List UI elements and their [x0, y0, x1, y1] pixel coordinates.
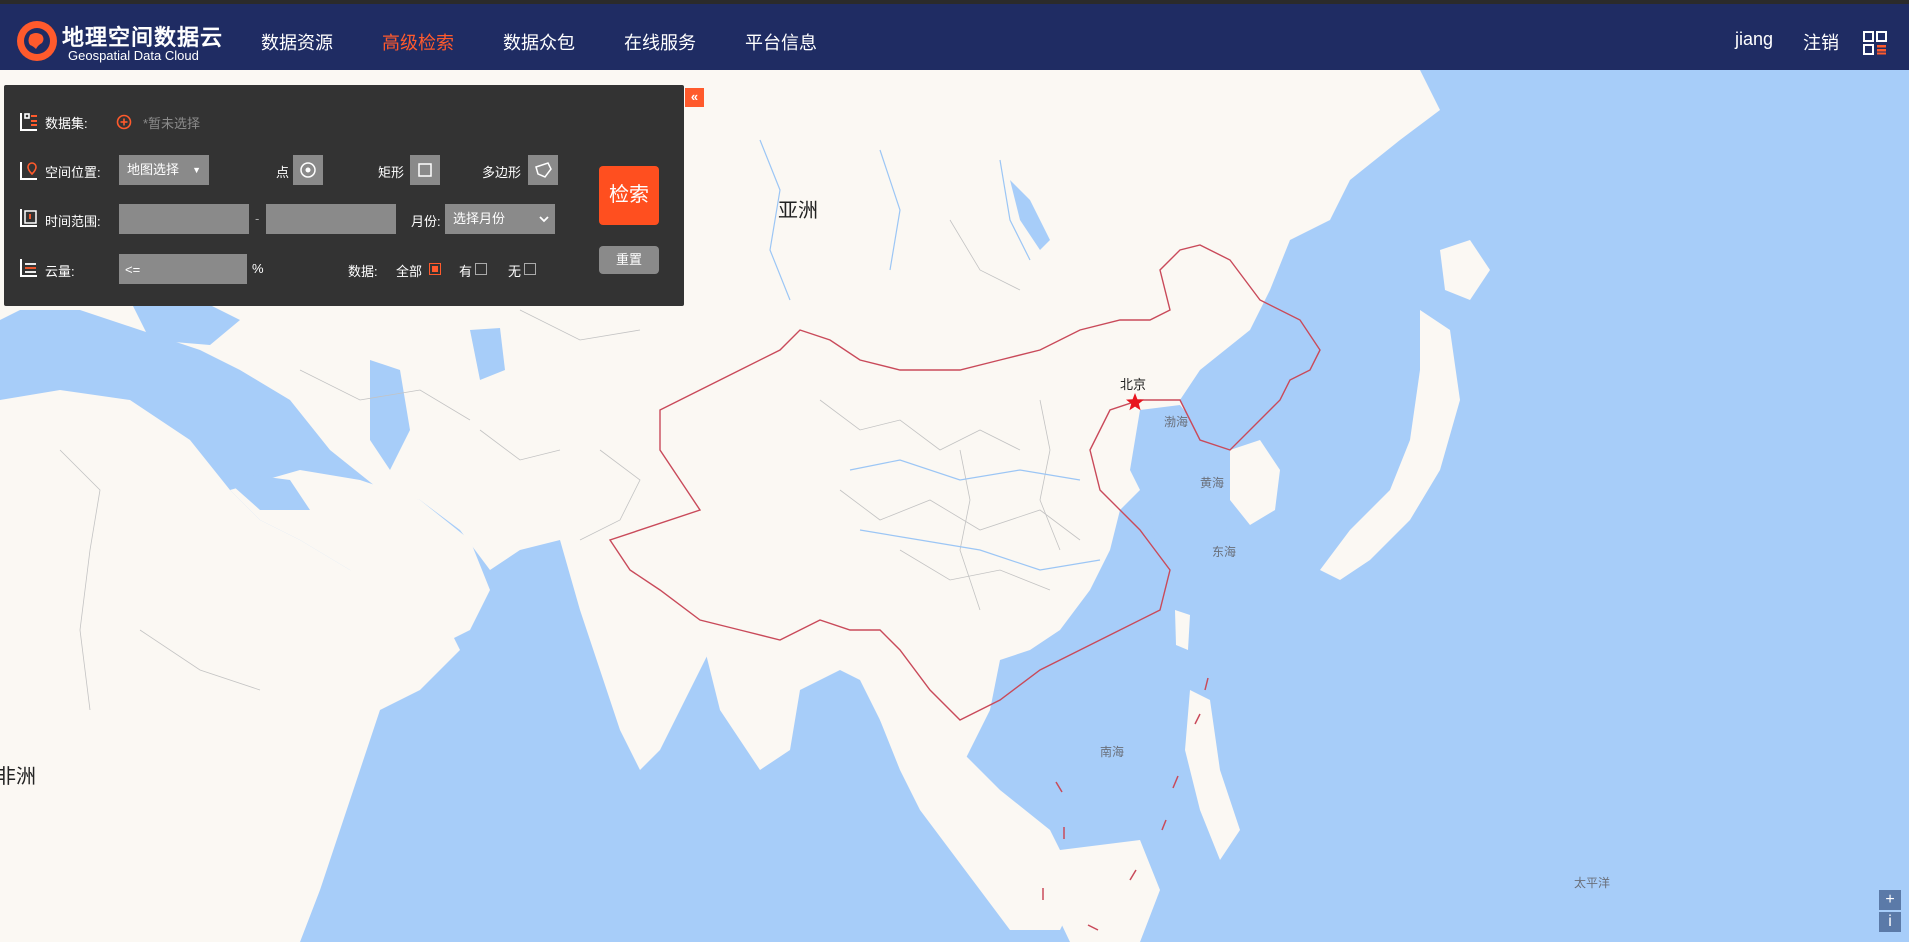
zoom-in-button[interactable]: + [1879, 890, 1901, 910]
option-none-checkbox[interactable] [524, 263, 536, 275]
month-select[interactable]: 选择月份 [445, 204, 555, 234]
option-none-label: 无 [508, 264, 522, 279]
data-label: 数据: [348, 264, 378, 279]
option-all-checkbox[interactable] [429, 263, 441, 275]
nav-online-services[interactable]: 在线服务 [624, 29, 696, 55]
polygon-label: 多边形 [482, 165, 522, 180]
chevron-down-icon [539, 216, 549, 223]
label-beijing: 北京 [1120, 377, 1147, 392]
label-yellow-sea: 黄海 [1200, 476, 1225, 490]
start-date-input[interactable] [119, 204, 249, 234]
dataset-icon [20, 113, 37, 131]
end-date-input[interactable] [266, 204, 396, 234]
nav-advanced-search[interactable]: 高级检索 [382, 29, 454, 55]
option-all-label: 全部 [396, 264, 423, 279]
cloud-cover-input[interactable] [119, 254, 247, 284]
label-asia: 亚洲 [778, 200, 818, 222]
location-select-value: 地图选择 [127, 162, 180, 177]
polygon-icon [535, 162, 552, 178]
location-select[interactable]: 地图选择 ▼ [119, 155, 209, 185]
rect-tool-button[interactable] [410, 155, 440, 185]
month-label: 月份: [411, 214, 441, 229]
nav-data-resources[interactable]: 数据资源 [261, 29, 333, 55]
option-has-checkbox[interactable] [475, 263, 487, 275]
add-dataset-icon[interactable] [116, 114, 132, 130]
search-button[interactable]: 检索 [599, 166, 659, 225]
globe-logo-icon [17, 21, 57, 61]
info-button[interactable]: i [1879, 912, 1901, 932]
month-select-value: 选择月份 [453, 211, 506, 226]
cloud-unit: % [252, 261, 264, 276]
rect-label: 矩形 [378, 165, 405, 180]
dataset-hint: *暂未选择 [143, 116, 201, 131]
point-tool-button[interactable] [293, 155, 323, 185]
username[interactable]: jiang [1735, 29, 1773, 50]
top-navbar: 地理空间数据云 Geospatial Data Cloud 数据资源 高级检索 … [0, 4, 1909, 70]
label-africa: 非洲 [0, 766, 36, 788]
time-separator: - [255, 211, 260, 226]
cloud-label: 云量: [45, 264, 75, 279]
site-logo[interactable]: 地理空间数据云 Geospatial Data Cloud [14, 18, 224, 64]
nav-crowdsourcing[interactable]: 数据众包 [503, 29, 575, 55]
reset-button[interactable]: 重置 [599, 246, 659, 274]
caret-down-icon: ▼ [192, 165, 201, 175]
option-has-label: 有 [459, 264, 473, 279]
capital-star-icon [1126, 393, 1144, 411]
time-label: 时间范围: [45, 214, 101, 229]
label-east-sea: 东海 [1212, 545, 1237, 559]
label-pacific: 太平洋 [1574, 876, 1611, 890]
calendar-icon [20, 209, 37, 227]
collapse-panel-button[interactable]: « [685, 88, 704, 107]
logo-subtitle: Geospatial Data Cloud [68, 48, 199, 63]
rectangle-icon [418, 163, 432, 177]
dataset-label: 数据集: [45, 116, 88, 131]
apps-grid-icon[interactable] [1863, 31, 1887, 55]
point-target-icon [300, 162, 316, 178]
location-label: 空间位置: [45, 165, 101, 180]
nav-platform-info[interactable]: 平台信息 [745, 29, 817, 55]
label-bohai: 渤海 [1164, 415, 1189, 429]
advanced-search-panel: 数据集: *暂未选择 空间位置: 地图选择 ▼ 点 矩形 多边形 时间范围: -… [4, 85, 684, 306]
location-icon [20, 162, 37, 180]
cloud-layers-icon [20, 259, 37, 277]
point-label: 点 [276, 165, 290, 180]
polygon-tool-button[interactable] [528, 155, 558, 185]
logout-link[interactable]: 注销 [1803, 29, 1839, 55]
label-south-sea: 南海 [1100, 745, 1125, 759]
